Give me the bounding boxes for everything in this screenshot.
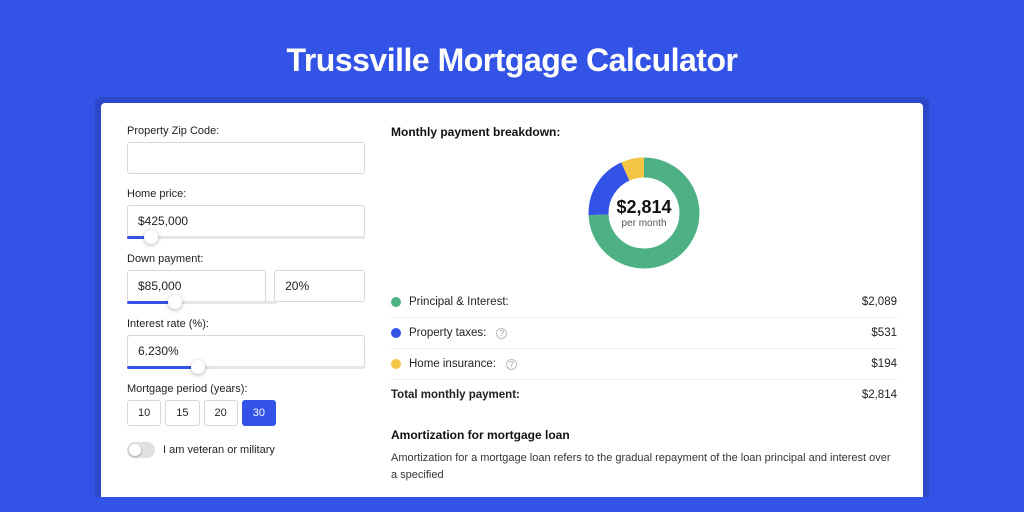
veteran-toggle-row: I am veteran or military bbox=[127, 442, 365, 458]
mortgage-period-label: Mortgage period (years): bbox=[127, 383, 365, 395]
interest-rate-input[interactable] bbox=[127, 335, 365, 367]
down-payment-field: Down payment: bbox=[127, 253, 365, 304]
breakdown-item-label: Principal & Interest: bbox=[409, 296, 509, 308]
slider-thumb[interactable] bbox=[168, 295, 182, 309]
breakdown-item-label: Home insurance: bbox=[409, 358, 496, 370]
mortgage-period-group: 10152030 bbox=[127, 400, 365, 426]
zip-label: Property Zip Code: bbox=[127, 125, 365, 137]
period-btn-15[interactable]: 15 bbox=[165, 400, 199, 426]
down-payment-label: Down payment: bbox=[127, 253, 365, 265]
breakdown-title: Monthly payment breakdown: bbox=[391, 125, 897, 139]
legend-dot bbox=[391, 297, 401, 307]
info-icon[interactable]: ? bbox=[496, 328, 507, 339]
donut-center: $2,814 per month bbox=[584, 153, 704, 273]
down-payment-slider[interactable] bbox=[127, 301, 277, 304]
veteran-label: I am veteran or military bbox=[163, 444, 275, 456]
legend-dot bbox=[391, 359, 401, 369]
donut-chart: $2,814 per month bbox=[584, 153, 704, 273]
donut-chart-wrap: $2,814 per month bbox=[391, 147, 897, 287]
home-price-input[interactable] bbox=[127, 205, 365, 237]
form-column: Property Zip Code: Home price: Down paym… bbox=[127, 125, 365, 497]
veteran-toggle[interactable] bbox=[127, 442, 155, 458]
breakdown-item: Principal & Interest: $2,089 bbox=[391, 287, 897, 318]
breakdown-item: Home insurance:? $194 bbox=[391, 349, 897, 380]
slider-thumb[interactable] bbox=[191, 360, 205, 374]
total-amount: $2,814 bbox=[862, 389, 897, 401]
amortization-title: Amortization for mortgage loan bbox=[391, 428, 897, 442]
breakdown-item-label: Property taxes: bbox=[409, 327, 486, 339]
down-payment-amount-input[interactable] bbox=[127, 270, 266, 302]
home-price-field: Home price: bbox=[127, 188, 365, 239]
amortization-section: Amortization for mortgage loan Amortizat… bbox=[391, 428, 897, 483]
breakdown-item-amount: $531 bbox=[871, 327, 897, 339]
breakdown-item: Property taxes:? $531 bbox=[391, 318, 897, 349]
toggle-knob bbox=[129, 444, 141, 456]
page-title: Trussville Mortgage Calculator bbox=[0, 0, 1024, 79]
breakdown-list: Principal & Interest: $2,089 Property taxe… bbox=[391, 287, 897, 380]
calculator-card-frame: Property Zip Code: Home price: Down paym… bbox=[95, 97, 929, 497]
period-btn-20[interactable]: 20 bbox=[204, 400, 238, 426]
period-btn-10[interactable]: 10 bbox=[127, 400, 161, 426]
period-btn-30[interactable]: 30 bbox=[242, 400, 276, 426]
home-price-label: Home price: bbox=[127, 188, 365, 200]
donut-amount: $2,814 bbox=[616, 197, 671, 218]
total-label: Total monthly payment: bbox=[391, 389, 520, 401]
mortgage-period-field: Mortgage period (years): 10152030 bbox=[127, 383, 365, 426]
home-price-slider[interactable] bbox=[127, 236, 365, 239]
total-row: Total monthly payment: $2,814 bbox=[391, 380, 897, 410]
breakdown-item-amount: $194 bbox=[871, 358, 897, 370]
down-payment-percent-input[interactable] bbox=[274, 270, 365, 302]
info-icon[interactable]: ? bbox=[506, 359, 517, 370]
amortization-text: Amortization for a mortgage loan refers … bbox=[391, 450, 897, 483]
legend-dot bbox=[391, 328, 401, 338]
donut-sub: per month bbox=[621, 218, 666, 229]
zip-field: Property Zip Code: bbox=[127, 125, 365, 174]
interest-rate-field: Interest rate (%): bbox=[127, 318, 365, 369]
breakdown-column: Monthly payment breakdown: $2,814 per mo… bbox=[391, 125, 897, 497]
slider-thumb[interactable] bbox=[144, 230, 158, 244]
zip-input[interactable] bbox=[127, 142, 365, 174]
calculator-card: Property Zip Code: Home price: Down paym… bbox=[101, 103, 923, 497]
interest-rate-slider[interactable] bbox=[127, 366, 365, 369]
breakdown-item-amount: $2,089 bbox=[862, 296, 897, 308]
interest-rate-label: Interest rate (%): bbox=[127, 318, 365, 330]
